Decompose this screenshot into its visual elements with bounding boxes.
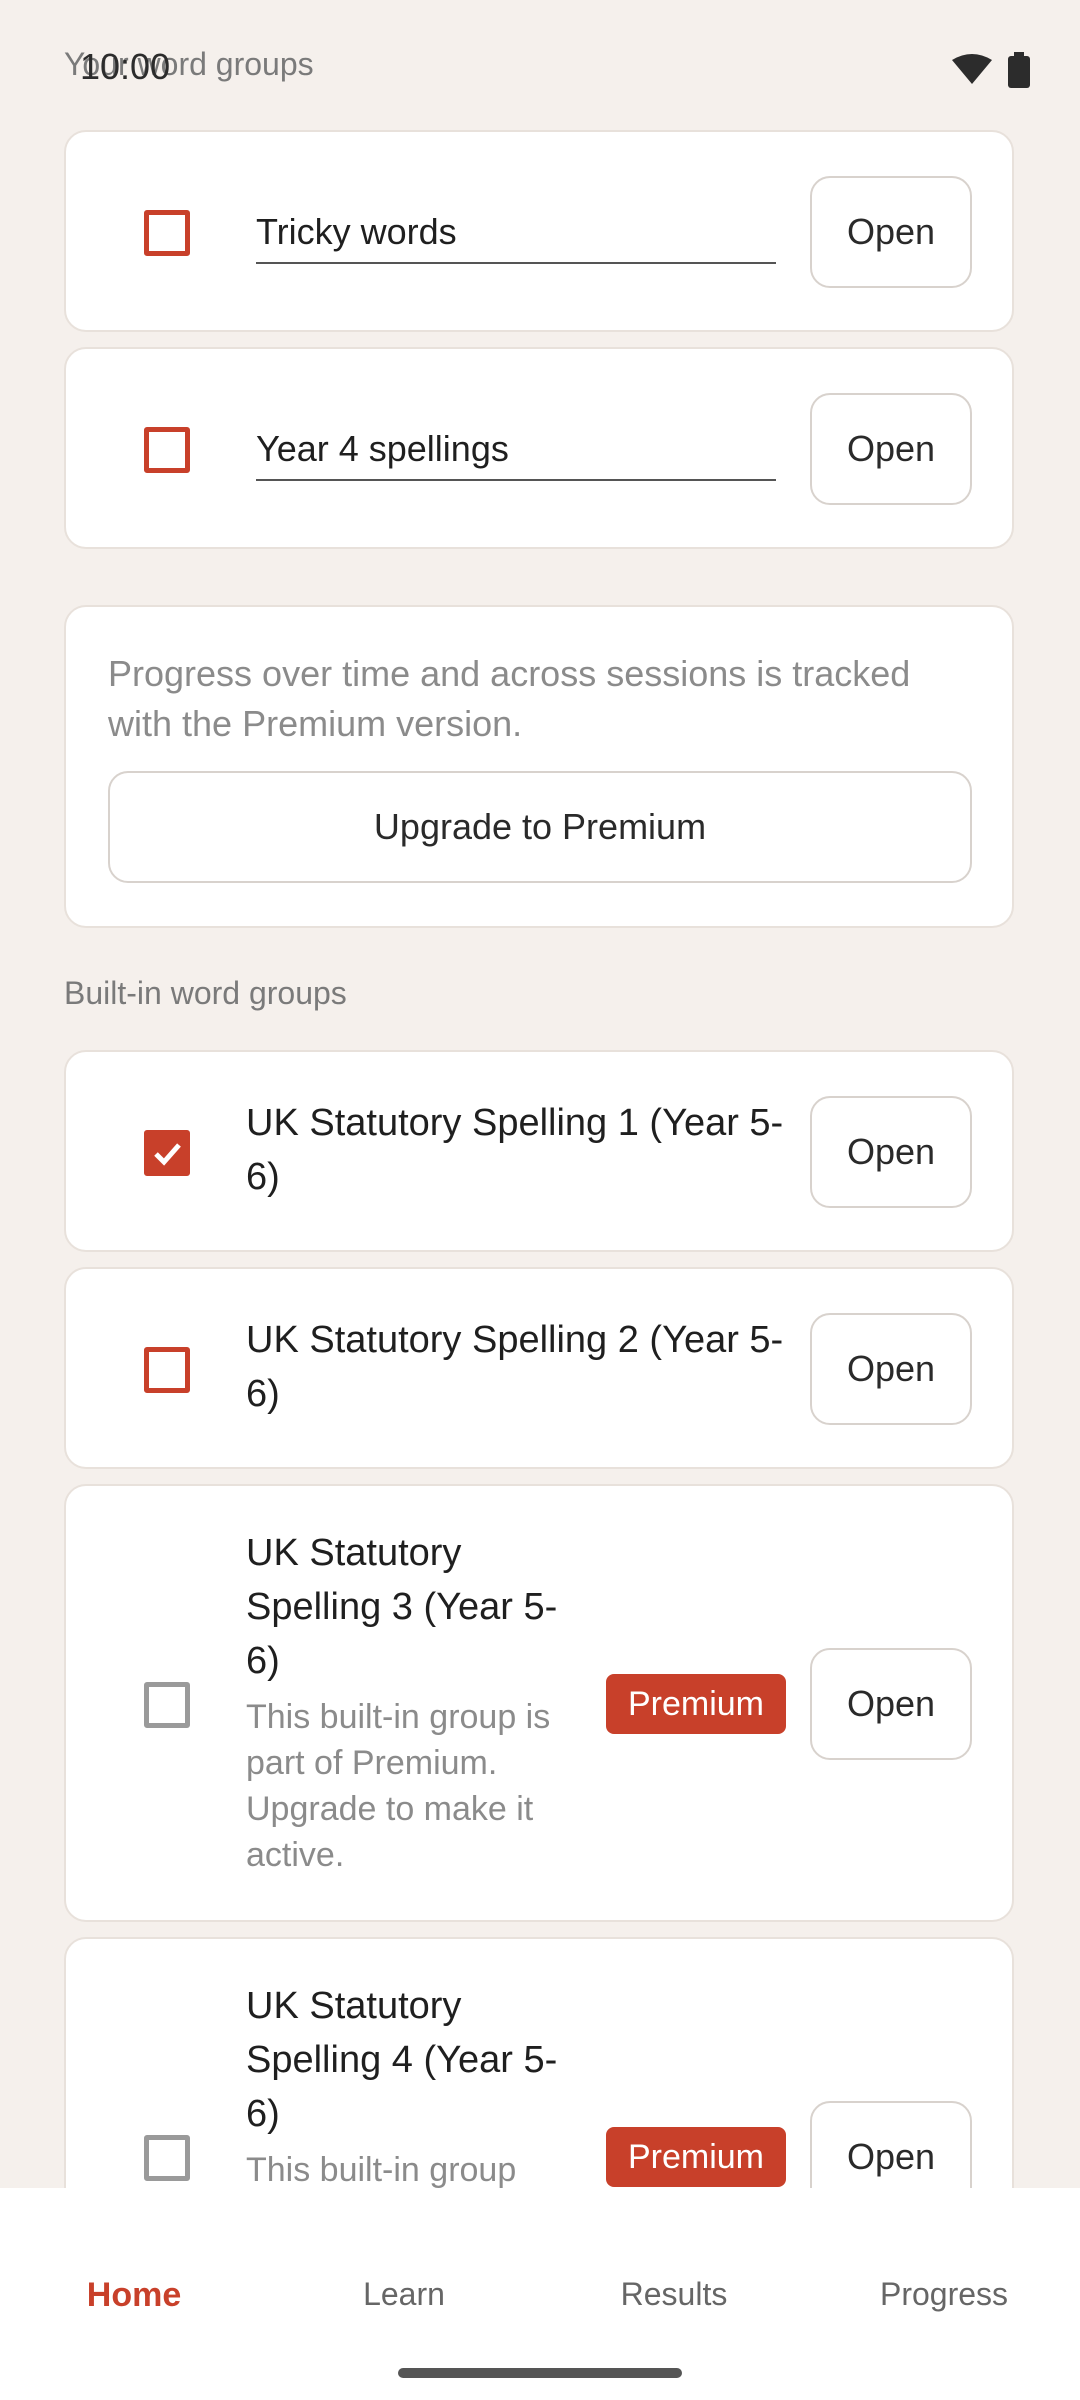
group-title: UK Statutory Spelling 4 (Year 5-6) <box>246 1985 558 2135</box>
nav-item-home[interactable]: Home <box>34 2276 234 2315</box>
status-time: 10:00 <box>80 46 171 87</box>
open-button[interactable]: Open <box>810 176 972 288</box>
custom-group-card: Open <box>64 130 1014 332</box>
builtin-group-card: UK Statutory Spelling 2 (Year 5-6) Open <box>64 1267 1014 1469</box>
builtin-group-card-premium: UK Statutory Spelling 3 (Year 5-6) This … <box>64 1484 1014 1922</box>
group-checkbox[interactable] <box>144 427 190 473</box>
group-checkbox-disabled[interactable] <box>144 1682 190 1728</box>
nav-item-progress[interactable]: Progress <box>844 2276 1044 2313</box>
screen: Your word groups 10:00 Open Open Progres… <box>0 0 1080 2400</box>
group-title: UK Statutory Spelling 2 (Year 5-6) <box>246 1319 784 1415</box>
status-bar: Your word groups 10:00 <box>0 0 1080 110</box>
premium-badge: Premium <box>606 2127 786 2187</box>
open-button[interactable]: Open <box>810 393 972 505</box>
bottom-nav: Home Learn Results Progress <box>0 2188 1080 2400</box>
section-label-builtin-groups: Built-in word groups <box>64 975 347 1011</box>
check-icon <box>154 1143 181 1166</box>
wifi-icon <box>952 54 992 91</box>
open-button[interactable]: Open <box>810 1096 972 1208</box>
group-description: This built-in group <box>246 2151 517 2189</box>
group-checkbox[interactable] <box>144 1130 190 1176</box>
group-title: UK Statutory Spelling 3 (Year 5-6) <box>246 1532 558 1682</box>
group-name-input[interactable] <box>256 419 776 481</box>
group-name-input[interactable] <box>256 202 776 264</box>
open-button[interactable]: Open <box>810 1648 972 1760</box>
group-description: This built-in group is part of Premium. … <box>246 1698 551 1874</box>
premium-promo-text: Progress over time and across sessions i… <box>108 653 911 744</box>
status-icons <box>952 52 1030 93</box>
battery-icon <box>1008 52 1030 93</box>
nav-item-learn[interactable]: Learn <box>304 2276 504 2313</box>
upgrade-button[interactable]: Upgrade to Premium <box>108 771 972 883</box>
group-checkbox-disabled[interactable] <box>144 2135 190 2181</box>
group-title: UK Statutory Spelling 1 (Year 5-6) <box>246 1102 784 1198</box>
nav-item-results[interactable]: Results <box>574 2276 774 2313</box>
group-checkbox[interactable] <box>144 1347 190 1393</box>
custom-group-card: Open <box>64 347 1014 549</box>
builtin-group-card: UK Statutory Spelling 1 (Year 5-6) Open <box>64 1050 1014 1252</box>
group-checkbox[interactable] <box>144 210 190 256</box>
open-button[interactable]: Open <box>810 1313 972 1425</box>
home-indicator[interactable] <box>398 2368 682 2378</box>
premium-badge: Premium <box>606 1674 786 1734</box>
premium-promo-card: Progress over time and across sessions i… <box>64 605 1014 928</box>
